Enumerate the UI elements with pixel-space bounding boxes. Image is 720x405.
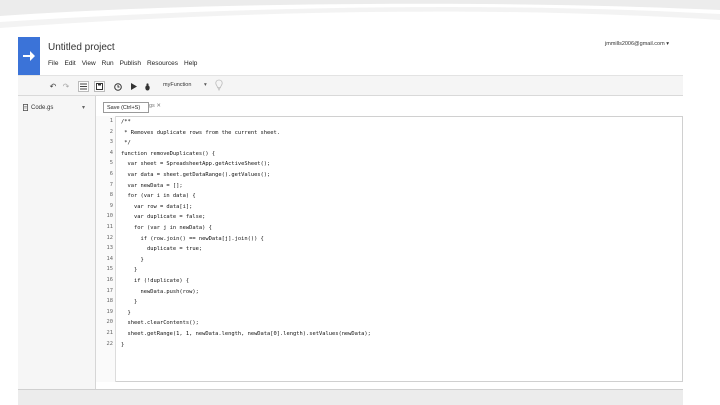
- line-number: 6: [109, 171, 113, 177]
- code-line: function removeDuplicates() {: [121, 150, 216, 157]
- line-number: 17: [106, 287, 114, 294]
- code-line: * Removes duplicate rows from the curren…: [121, 129, 281, 136]
- code-line: }: [121, 309, 131, 316]
- code-line: sheet.getRange(1, 1, newData.length, new…: [121, 331, 371, 337]
- code-line: var sheet = SpreadsheetApp.getActiveShee…: [121, 161, 271, 168]
- account-caret-icon: ▾: [666, 41, 669, 47]
- line-number: 16: [106, 277, 114, 283]
- code-line: var duplicate = false;: [121, 214, 206, 221]
- line-number: 18: [106, 298, 114, 305]
- tab-suffix-text: gs: [149, 103, 155, 109]
- line-number: 20: [106, 319, 114, 326]
- line-number: 2: [109, 128, 113, 135]
- function-select[interactable]: myFunction: [163, 82, 191, 88]
- tab-save-tooltip[interactable]: Save (Ctrl+S): [103, 102, 149, 113]
- line-number: 19: [106, 308, 114, 315]
- line-number: 12: [106, 234, 114, 241]
- redo-icon[interactable]: ↷: [61, 81, 71, 92]
- editor-panel: Save (Ctrl+S) gs ✕ 1 2 3 4 5 6 7 8 9 10 11 12 13 14 15…: [96, 96, 683, 394]
- bottom-bar: [18, 389, 683, 405]
- menu-help[interactable]: Help: [184, 60, 197, 67]
- line-number: 21: [106, 330, 114, 336]
- file-item-label: Code.gs: [31, 104, 54, 111]
- function-select-caret-icon[interactable]: ▾: [204, 82, 207, 88]
- code-line: for (var j in newData) {: [121, 225, 212, 231]
- menu-publish[interactable]: Publish: [120, 60, 141, 67]
- line-number: 3: [109, 139, 113, 146]
- line-number: 13: [106, 245, 114, 252]
- line-number: 14: [106, 255, 114, 262]
- undo-icon[interactable]: ↶: [48, 81, 58, 92]
- lightbulb-icon[interactable]: [214, 79, 224, 90]
- triggers-clock-icon[interactable]: [112, 81, 123, 92]
- menu-file[interactable]: File: [48, 60, 58, 67]
- menu-edit[interactable]: Edit: [64, 60, 75, 67]
- debug-bug-icon[interactable]: [142, 81, 152, 92]
- run-play-icon[interactable]: [129, 81, 139, 92]
- line-number: 10: [106, 213, 114, 220]
- indent-icon: [80, 83, 87, 90]
- menu-resources[interactable]: Resources: [147, 60, 178, 67]
- line-number: 4: [109, 149, 113, 156]
- line-number: 7: [109, 181, 113, 188]
- code-text-area[interactable]: /** * Removes duplicate rows from the cu…: [116, 116, 683, 382]
- code-line: }: [121, 256, 144, 263]
- code-line: var newData = [];: [121, 182, 183, 189]
- account-email[interactable]: jmmills2006@gmail.com ▾: [605, 41, 669, 47]
- line-number: 1: [109, 118, 113, 124]
- tab-file-suffix[interactable]: gs ✕: [149, 103, 161, 109]
- file-menu-caret-icon[interactable]: ▾: [82, 104, 85, 111]
- code-line: newData.push(row);: [121, 288, 199, 295]
- save-icon: [96, 83, 103, 90]
- file-item-code-gs[interactable]: Code.gs: [23, 104, 53, 111]
- code-editor[interactable]: 1 2 3 4 5 6 7 8 9 10 11 12 13 14 15 16 17 18 19 20 21 22 /** …: [96, 116, 683, 382]
- code-line: if (row.join() == newData[j].join()) {: [121, 235, 264, 242]
- code-line: }: [121, 299, 138, 306]
- code-line: if (!duplicate) {: [121, 278, 190, 284]
- menu-bar: File Edit View Run Publish Resources Hel…: [48, 60, 197, 67]
- file-sidebar: Code.gs ▾: [18, 96, 96, 394]
- line-number: 15: [106, 266, 114, 273]
- menu-view[interactable]: View: [82, 60, 96, 67]
- toolbar: ↶ ↷ myFunction ▾: [18, 75, 683, 96]
- account-email-text: jmmills2006@gmail.com: [605, 41, 665, 47]
- menu-run[interactable]: Run: [102, 60, 114, 67]
- code-line: sheet.clearContents();: [121, 320, 199, 327]
- line-number: 8: [109, 192, 113, 199]
- code-line: }: [121, 267, 138, 274]
- code-line: /**: [121, 119, 131, 125]
- code-line: var data = sheet.getDataRange().getValue…: [121, 172, 271, 178]
- code-line: duplicate = true;: [121, 246, 203, 253]
- code-line: */: [121, 140, 131, 147]
- code-line: var row = data[i];: [121, 203, 193, 210]
- project-title[interactable]: Untitled project: [48, 42, 115, 53]
- indent-button[interactable]: [78, 81, 89, 92]
- line-number: 5: [109, 160, 113, 167]
- script-editor-window: Untitled project jmmills2006@gmail.com ▾…: [18, 37, 683, 405]
- decorative-swoosh: [0, 0, 720, 29]
- save-button[interactable]: [94, 81, 105, 92]
- file-icon: [23, 104, 28, 111]
- line-number: 9: [109, 202, 113, 209]
- line-number-gutter: 1 2 3 4 5 6 7 8 9 10 11 12 13 14 15 16 17 18 19 20 21 22: [96, 116, 116, 382]
- code-line: }: [121, 341, 125, 348]
- slide-stage: Untitled project jmmills2006@gmail.com ▾…: [0, 0, 720, 405]
- line-number: 11: [106, 224, 114, 230]
- code-line: for (var i in data) {: [121, 193, 196, 200]
- apps-script-logo-icon: [18, 37, 40, 75]
- line-number: 22: [106, 340, 114, 347]
